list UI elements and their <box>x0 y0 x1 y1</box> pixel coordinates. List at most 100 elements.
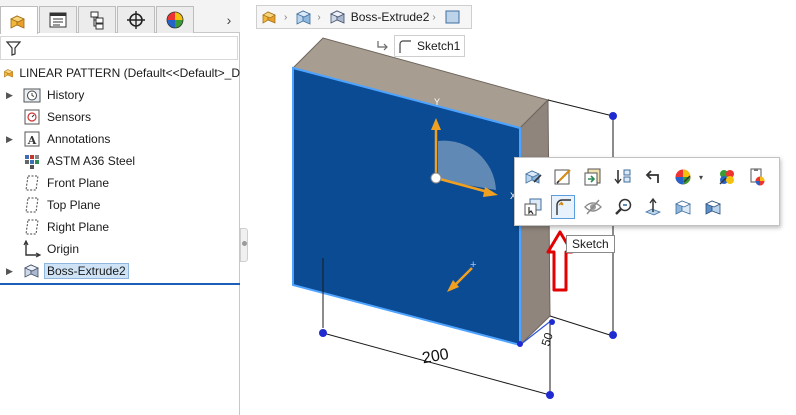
tab-displaymanager[interactable] <box>156 6 194 33</box>
dimension-point[interactable] <box>517 341 523 347</box>
tab-featuremanager[interactable] <box>0 6 38 34</box>
tree-item-right-plane[interactable]: Right Plane <box>0 216 240 238</box>
tree-item-top-plane[interactable]: Top Plane <box>0 194 240 216</box>
tab-propertymanager[interactable] <box>39 6 77 33</box>
sketch-icon <box>556 199 571 215</box>
rollback-bar[interactable] <box>0 283 240 285</box>
tree-item-label: Boss-Extrude2 <box>44 263 129 279</box>
centroid-marker: + <box>470 259 476 271</box>
breadcrumb-feature-label[interactable]: Boss-Extrude2 <box>351 10 430 24</box>
tree-item-history[interactable]: ▶ History <box>0 84 240 106</box>
origin-icon <box>23 240 42 258</box>
extrude-icon <box>24 264 39 278</box>
parent-child-button[interactable] <box>641 165 665 189</box>
tree-item-label: Front Plane <box>47 176 110 190</box>
display-style-button[interactable] <box>701 195 725 219</box>
tree-item-front-plane[interactable]: Front Plane <box>0 172 240 194</box>
tree-root-label: LINEAR PATTERN (Default<<Default>_D <box>19 66 240 80</box>
annotations-icon: A <box>24 131 40 147</box>
expand-arrow-icon[interactable]: ▶ <box>6 134 14 145</box>
face-icon[interactable] <box>443 8 463 26</box>
zoom-to-icon <box>615 198 632 215</box>
edit-sketch-icon <box>554 169 571 185</box>
hide-button[interactable] <box>581 195 605 219</box>
tree-item-boss-extrude2[interactable]: ▶ Boss-Extrude2 <box>0 260 240 282</box>
panel-splitter-handle[interactable] <box>240 228 248 262</box>
part-icon[interactable] <box>261 8 281 26</box>
height-extension-line <box>547 99 614 117</box>
plane-icon <box>25 197 39 213</box>
part-icon <box>3 69 14 78</box>
dimension-point[interactable] <box>609 331 617 339</box>
rollback-button[interactable] <box>611 165 635 189</box>
normal-to-icon <box>645 197 661 216</box>
appearance-icon <box>166 11 184 29</box>
tree-item-annotations[interactable]: ▶ A Annotations <box>0 128 240 150</box>
crosshair-icon <box>127 11 145 29</box>
tree-item-label: Origin <box>47 242 80 256</box>
breadcrumb: › › Boss-Extrude2 › <box>256 5 472 29</box>
chevron-right-icon[interactable]: › <box>222 11 236 29</box>
sketch-crumb-label[interactable]: Sketch1 <box>394 35 466 57</box>
edit-feature-icon <box>525 170 542 184</box>
plane-icon <box>25 219 39 235</box>
parent-child-icon <box>645 170 659 183</box>
svg-text:A: A <box>27 134 37 147</box>
feature-manager-panel: › LINEAR PATTERN (Default<<Default>_D ▶ … <box>0 0 240 415</box>
expand-arrow-icon[interactable]: ▶ <box>6 90 14 101</box>
sketch-icon <box>399 40 411 53</box>
dimension-point[interactable] <box>546 391 554 399</box>
tree-item-sensors[interactable]: Sensors <box>0 106 240 128</box>
sketch-button[interactable] <box>551 195 575 219</box>
tree-item-material[interactable]: ASTM A36 Steel <box>0 150 240 172</box>
apply-scene-button[interactable] <box>715 165 739 189</box>
zoom-selection-button[interactable] <box>745 165 769 189</box>
breadcrumb-separator-icon: › <box>317 11 321 23</box>
select-other-button[interactable] <box>521 195 545 219</box>
tree-item-label: Sensors <box>47 110 92 124</box>
part-icon <box>10 14 25 29</box>
tab-configurationmanager[interactable] <box>78 6 116 33</box>
extrude-icon[interactable] <box>328 8 348 26</box>
breadcrumb-separator-icon: › <box>284 11 288 23</box>
tree-root-part[interactable]: LINEAR PATTERN (Default<<Default>_D <box>0 62 240 84</box>
extension-line <box>549 315 614 337</box>
edit-sketch-button[interactable] <box>551 165 575 189</box>
width-dimension-text[interactable]: 200 <box>421 346 450 367</box>
breadcrumb-sketch[interactable]: Sketch1 <box>376 35 466 57</box>
axis-y-label: Y <box>434 97 440 107</box>
configuration-icon <box>90 11 104 30</box>
tooltip: Sketch <box>566 235 615 253</box>
zoom-to-button[interactable] <box>611 195 635 219</box>
tab-dimxpertmanager[interactable] <box>117 6 155 33</box>
dimension-point[interactable] <box>549 319 555 325</box>
edit-feature-button[interactable] <box>521 165 545 189</box>
breadcrumb-separator-icon: › <box>432 11 436 23</box>
rollback-icon <box>614 169 631 185</box>
appearance-button[interactable]: ▾ <box>671 165 703 189</box>
zoom-selection-icon <box>750 168 765 186</box>
dimension-point[interactable] <box>319 329 327 337</box>
context-toolbar: ▾ <box>514 157 780 226</box>
select-other-icon <box>524 198 542 216</box>
suppress-button[interactable] <box>581 165 605 189</box>
display-style-icon <box>705 200 721 215</box>
tree-item-origin[interactable]: Origin <box>0 238 240 260</box>
history-folder-icon <box>23 88 41 103</box>
tree-filter-input[interactable] <box>0 36 238 60</box>
tree-item-label: Annotations <box>47 132 111 146</box>
tree-item-label: History <box>47 88 85 102</box>
hide-icon <box>584 199 602 215</box>
expand-arrow-icon[interactable]: ▶ <box>6 266 14 277</box>
dimension-point[interactable] <box>609 112 617 120</box>
plane-icon <box>25 175 39 191</box>
sketch-link-arrow-icon <box>377 41 388 51</box>
body-icon[interactable] <box>294 8 314 26</box>
view-orientation-button[interactable] <box>671 195 695 219</box>
normal-to-button[interactable] <box>641 195 665 219</box>
sensor-icon <box>24 109 40 125</box>
material-icon <box>25 155 39 169</box>
depth-dimension-text[interactable]: 50 <box>538 331 556 348</box>
dropdown-arrow-icon[interactable]: ▾ <box>699 173 703 182</box>
sketch-origin-point[interactable] <box>430 172 442 184</box>
